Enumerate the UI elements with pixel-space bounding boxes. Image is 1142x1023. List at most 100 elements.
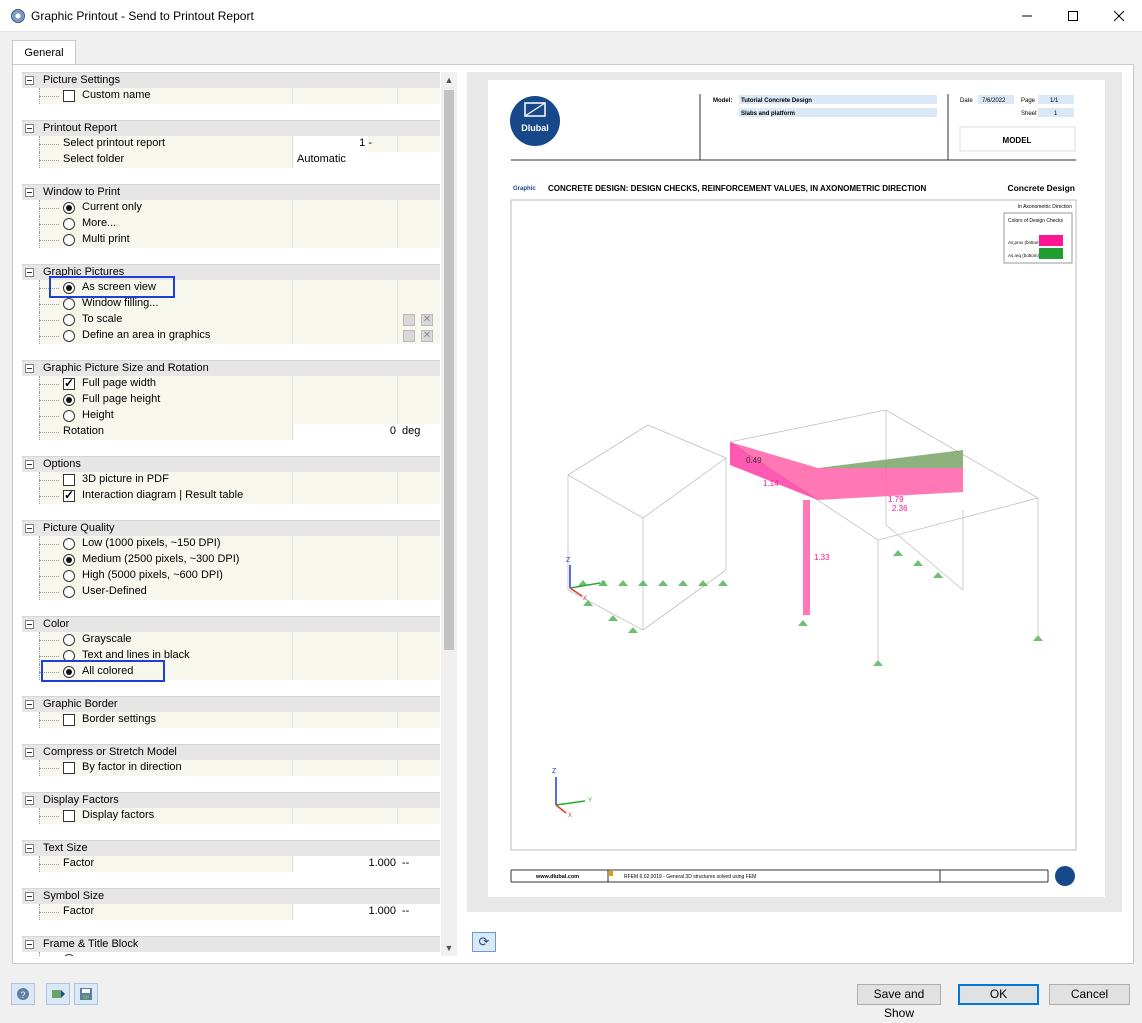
svg-text:Sheet: Sheet (1021, 111, 1037, 117)
minimize-button[interactable] (1004, 0, 1050, 32)
svg-text:Z: Z (566, 557, 571, 564)
group-compress[interactable]: Compress or Stretch Model (22, 744, 440, 760)
save-and-show-button[interactable]: Save and Show (857, 984, 941, 1020)
rotation-input[interactable]: 0 (294, 425, 396, 437)
select-folder-row[interactable]: Select folder Automatic (22, 152, 440, 168)
maximize-icon (1068, 11, 1078, 21)
height-row[interactable]: Height (22, 408, 440, 424)
pdf-3d-row[interactable]: 3D picture in PDF (22, 472, 440, 488)
refresh-button[interactable]: ⟳ (472, 932, 496, 952)
by-factor-checkbox[interactable] (63, 762, 75, 774)
svg-text:1.79: 1.79 (888, 495, 904, 504)
group-options[interactable]: Options (22, 456, 440, 472)
radio-multi-print[interactable] (63, 234, 75, 246)
radio-define-area[interactable] (63, 330, 75, 342)
group-graphic-border[interactable]: Graphic Border (22, 696, 440, 712)
custom-name-row[interactable]: Custom name (22, 88, 440, 104)
select-report-value[interactable]: 1 - (294, 137, 372, 149)
custom-name-checkbox[interactable] (63, 90, 75, 102)
select-area-icon[interactable] (403, 330, 415, 342)
quality-option-row[interactable]: High (5000 pixels, ~600 DPI) (22, 568, 440, 584)
border-settings-checkbox[interactable] (63, 714, 75, 726)
quality-option-row[interactable]: User-Defined (22, 584, 440, 600)
clear-icon[interactable]: ✕ (421, 314, 433, 326)
group-display-factors[interactable]: Display Factors (22, 792, 440, 808)
tab-general[interactable]: General (12, 40, 76, 65)
symbol-factor-row[interactable]: Factor 1.000 -- (22, 904, 440, 920)
group-picture-quality[interactable]: Picture Quality (22, 520, 440, 536)
interaction-row[interactable]: Interaction diagram | Result table (22, 488, 440, 504)
display-factors-row[interactable]: Display factors (22, 808, 440, 824)
radio-grayscale[interactable] (63, 634, 75, 646)
border-settings-row[interactable]: Border settings (22, 712, 440, 728)
select-scale-icon[interactable] (403, 314, 415, 326)
svg-text:1/1: 1/1 (1050, 98, 1059, 104)
cancel-button[interactable]: Cancel (1049, 984, 1130, 1005)
svg-text:Y: Y (588, 798, 592, 804)
svg-text:Y: Y (602, 581, 606, 587)
quality-option-row[interactable]: Low (1000 pixels, ~150 DPI) (22, 536, 440, 552)
group-size-rotation[interactable]: Graphic Picture Size and Rotation (22, 360, 440, 376)
svg-text:7/6/2022: 7/6/2022 (982, 98, 1006, 104)
save-settings-button[interactable] (74, 983, 98, 1005)
group-printout-report[interactable]: Printout Report (22, 120, 440, 136)
zero-button[interactable] (46, 983, 70, 1005)
full-page-height-row[interactable]: Full page height (22, 392, 440, 408)
interaction-checkbox[interactable] (63, 488, 75, 502)
text-factor-row[interactable]: Factor 1.000 -- (22, 856, 440, 872)
pdf-3d-checkbox[interactable] (63, 474, 75, 486)
symbol-factor-input[interactable]: 1.000 (294, 905, 396, 917)
window-option-row[interactable]: Multi print (22, 232, 440, 248)
rotation-row[interactable]: Rotation 0 deg (22, 424, 440, 440)
window-option-row[interactable]: Current only (22, 200, 440, 216)
radio-more[interactable] (63, 218, 75, 230)
by-factor-row[interactable]: By factor in direction (22, 760, 440, 776)
arrow-icon (52, 990, 65, 998)
display-factors-checkbox[interactable] (63, 810, 75, 822)
picture-option-row[interactable]: Define an area in graphics ✕ (22, 328, 440, 344)
radio-quality-high[interactable] (63, 570, 75, 582)
svg-text:Page: Page (1021, 98, 1036, 104)
clear-icon[interactable]: ✕ (421, 330, 433, 342)
logo-text: Dlubal (521, 123, 549, 133)
radio-quality-user[interactable] (63, 586, 75, 598)
window-title: Graphic Printout - Send to Printout Repo… (31, 9, 254, 23)
text-factor-input[interactable]: 1.000 (294, 857, 396, 869)
full-page-height-radio[interactable] (63, 394, 75, 406)
group-frame-title[interactable]: Frame & Title Block (22, 936, 440, 952)
radio-quality-low[interactable] (63, 538, 75, 550)
picture-option-row[interactable]: To scale ✕ (22, 312, 440, 328)
quality-option-row[interactable]: Medium (2500 pixels, ~300 DPI) (22, 552, 440, 568)
radio-window-filling[interactable] (63, 298, 75, 310)
group-picture-settings[interactable]: Picture Settings (22, 72, 440, 88)
radio-quality-medium[interactable] (63, 554, 75, 566)
full-page-width-row[interactable]: Full page width (22, 376, 440, 392)
group-text-size[interactable]: Text Size (22, 840, 440, 856)
axis-triad-icon: Z Y X (552, 768, 592, 819)
ok-button[interactable]: OK (958, 984, 1039, 1005)
group-symbol-size[interactable]: Symbol Size (22, 888, 440, 904)
picture-option-row[interactable]: Window filling... (22, 296, 440, 312)
select-report-row[interactable]: Select printout report 1 - (22, 136, 440, 152)
scroll-down-icon[interactable]: ▼ (441, 940, 457, 956)
frame-option-row[interactable] (22, 952, 440, 956)
settings-scrollbar[interactable]: ▲ ▼ (441, 72, 457, 956)
full-page-width-checkbox[interactable] (63, 376, 75, 390)
group-window-to-print[interactable]: Window to Print (22, 184, 440, 200)
maximize-button[interactable] (1050, 0, 1096, 32)
title-bar: Graphic Printout - Send to Printout Repo… (0, 0, 1142, 32)
scroll-thumb[interactable] (444, 90, 454, 650)
close-button[interactable] (1096, 0, 1142, 32)
window-option-row[interactable]: More... (22, 216, 440, 232)
scroll-up-icon[interactable]: ▲ (441, 72, 457, 88)
group-color[interactable]: Color (22, 616, 440, 632)
radio-current-only[interactable] (63, 202, 75, 214)
color-option-row[interactable]: Grayscale (22, 632, 440, 648)
radio-frame-option[interactable] (63, 954, 75, 956)
help-button[interactable]: ? (11, 983, 35, 1005)
height-radio[interactable] (63, 410, 75, 422)
svg-text:Graphic: Graphic (513, 186, 536, 192)
select-folder-value[interactable]: Automatic (297, 153, 346, 165)
radio-to-scale[interactable] (63, 314, 75, 326)
collapse-icon[interactable] (25, 76, 34, 85)
